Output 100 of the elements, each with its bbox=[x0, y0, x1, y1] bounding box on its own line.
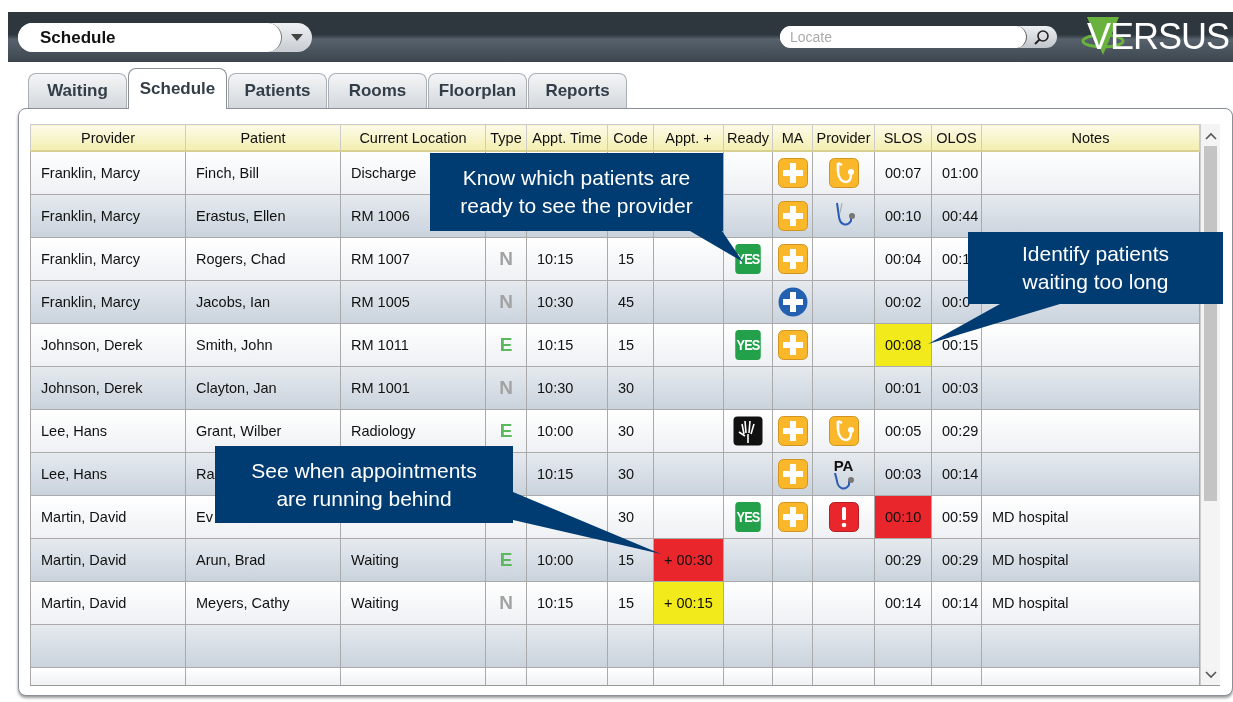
type-letter: N bbox=[499, 248, 513, 269]
note-text: MD hospital bbox=[992, 595, 1069, 611]
olos-time: 00:29 bbox=[942, 423, 979, 439]
appointment-delay: + 00:15 bbox=[653, 581, 724, 625]
slos-time: 00:10 bbox=[885, 208, 922, 224]
location-text: RM 1005 bbox=[351, 294, 410, 310]
slos-time: 00:01 bbox=[885, 380, 922, 396]
column-header[interactable]: Appt. + bbox=[653, 124, 724, 151]
stethoscope-icon bbox=[828, 416, 859, 446]
appointment-time: 10:15 bbox=[537, 337, 574, 353]
slos-time: 00:08 bbox=[874, 323, 932, 367]
patient-name: Ev bbox=[196, 509, 213, 525]
callout-tooltip: See when appointments are running behind bbox=[215, 446, 513, 523]
column-header[interactable]: OLOS bbox=[931, 124, 982, 151]
slos-time: 00:29 bbox=[885, 552, 922, 568]
appointment-delay: + 00:30 bbox=[653, 538, 724, 582]
provider-name: Lee, Hans bbox=[41, 466, 108, 482]
type-letter: N bbox=[499, 592, 513, 613]
appointment-time: 10:00 bbox=[537, 423, 574, 439]
provider-name: Lee, Hans bbox=[41, 423, 108, 439]
note-text: MD hospital bbox=[992, 509, 1069, 525]
location-text: Radiology bbox=[351, 423, 416, 439]
code-text: 15 bbox=[618, 595, 635, 611]
patient-name: Arun, Brad bbox=[196, 552, 266, 568]
patient-name: Jacobs, Ian bbox=[196, 294, 271, 310]
patient-name: Meyers, Cathy bbox=[196, 595, 290, 611]
location-text: RM 1007 bbox=[351, 251, 410, 267]
locate-search-field[interactable]: Locate bbox=[779, 26, 1057, 48]
appointment-time: 10:30 bbox=[537, 294, 574, 310]
appointment-time: 10:30 bbox=[537, 380, 574, 396]
provider-name: Martin, David bbox=[41, 509, 127, 525]
location-text: RM 1001 bbox=[351, 380, 410, 396]
olos-time: 00:44 bbox=[942, 208, 979, 224]
ready-badge: YES bbox=[735, 330, 761, 360]
note-text: MD hospital bbox=[992, 552, 1069, 568]
type-letter: E bbox=[499, 549, 513, 570]
olos-time: 00:1 bbox=[942, 251, 971, 267]
column-header[interactable]: MA bbox=[772, 124, 813, 151]
location-text: Discharge bbox=[351, 165, 417, 181]
slos-time: 00:05 bbox=[885, 423, 922, 439]
provider-name: Johnson, Derek bbox=[41, 337, 143, 353]
ready-badge: YES bbox=[735, 244, 761, 274]
appointment-time: 10:15 bbox=[537, 251, 574, 267]
code-text: 15 bbox=[618, 552, 635, 568]
column-header[interactable]: Code bbox=[607, 124, 654, 151]
column-header[interactable]: Appt. Time bbox=[526, 124, 608, 151]
logo: VERSUS bbox=[1080, 15, 1229, 59]
provider-name: Johnson, Derek bbox=[41, 380, 143, 396]
provider-name: Franklin, Marcy bbox=[41, 165, 141, 181]
slos-time: 00:07 bbox=[885, 165, 922, 181]
olos-time: 00:15 bbox=[942, 337, 979, 353]
location-text: Waiting bbox=[351, 552, 399, 568]
column-header[interactable]: Notes bbox=[981, 124, 1200, 151]
provider-name: Franklin, Marcy bbox=[41, 208, 141, 224]
code-text: 30 bbox=[618, 509, 635, 525]
provider-name: Martin, David bbox=[41, 595, 127, 611]
appointment-time: 10:15 bbox=[537, 595, 574, 611]
olos-time: 00:14 bbox=[942, 466, 979, 482]
column-header[interactable]: Provider bbox=[812, 124, 875, 151]
column-header[interactable]: Patient bbox=[185, 124, 341, 151]
tab[interactable]: Reports bbox=[528, 73, 627, 108]
xray-hand-icon bbox=[733, 416, 763, 446]
slos-time: 00:03 bbox=[885, 466, 922, 482]
provider-name: Franklin, Marcy bbox=[41, 294, 141, 310]
column-header[interactable]: SLOS bbox=[874, 124, 932, 151]
column-header[interactable]: Current Location bbox=[340, 124, 486, 151]
slos-time: 00:02 bbox=[885, 294, 922, 310]
alert-icon bbox=[828, 502, 859, 532]
column-header[interactable]: Type bbox=[485, 124, 527, 151]
patient-name: Finch, Bill bbox=[196, 165, 259, 181]
olos-time: 00:03 bbox=[942, 380, 979, 396]
tab[interactable]: Rooms bbox=[328, 73, 427, 108]
code-text: 30 bbox=[618, 380, 635, 396]
code-text: 15 bbox=[618, 337, 635, 353]
code-text: 30 bbox=[618, 466, 635, 482]
patient-name: Rogers, Chad bbox=[196, 251, 286, 267]
scroll-up-icon[interactable] bbox=[1204, 132, 1217, 140]
tab[interactable]: Patients bbox=[228, 73, 327, 108]
appointment-time: 10:15 bbox=[537, 466, 574, 482]
type-letter: N bbox=[499, 291, 513, 312]
patient-name: Grant, Wilber bbox=[196, 423, 282, 439]
search-icon bbox=[1032, 28, 1051, 46]
scroll-down-icon[interactable] bbox=[1204, 671, 1217, 679]
code-text: 30 bbox=[618, 423, 635, 439]
patient-name: Erastus, Ellen bbox=[196, 208, 286, 224]
provider-name: Franklin, Marcy bbox=[41, 251, 141, 267]
olos-time: 00:14 bbox=[942, 595, 979, 611]
column-header[interactable]: Provider bbox=[30, 124, 186, 151]
provider-name: Martin, David bbox=[41, 552, 127, 568]
location-text: RM 1011 bbox=[351, 337, 409, 353]
code-text: 45 bbox=[618, 294, 635, 310]
patient-name: Ra bbox=[196, 466, 215, 482]
location-text: Waiting bbox=[351, 595, 399, 611]
view-dropdown[interactable]: Schedule bbox=[18, 22, 312, 52]
tab[interactable]: Schedule bbox=[128, 68, 227, 109]
tab[interactable]: Waiting bbox=[28, 73, 127, 108]
tab[interactable]: Floorplan bbox=[428, 73, 527, 108]
column-header[interactable]: Ready bbox=[723, 124, 773, 151]
type-letter: E bbox=[499, 420, 513, 441]
slos-time: 00:04 bbox=[885, 251, 922, 267]
